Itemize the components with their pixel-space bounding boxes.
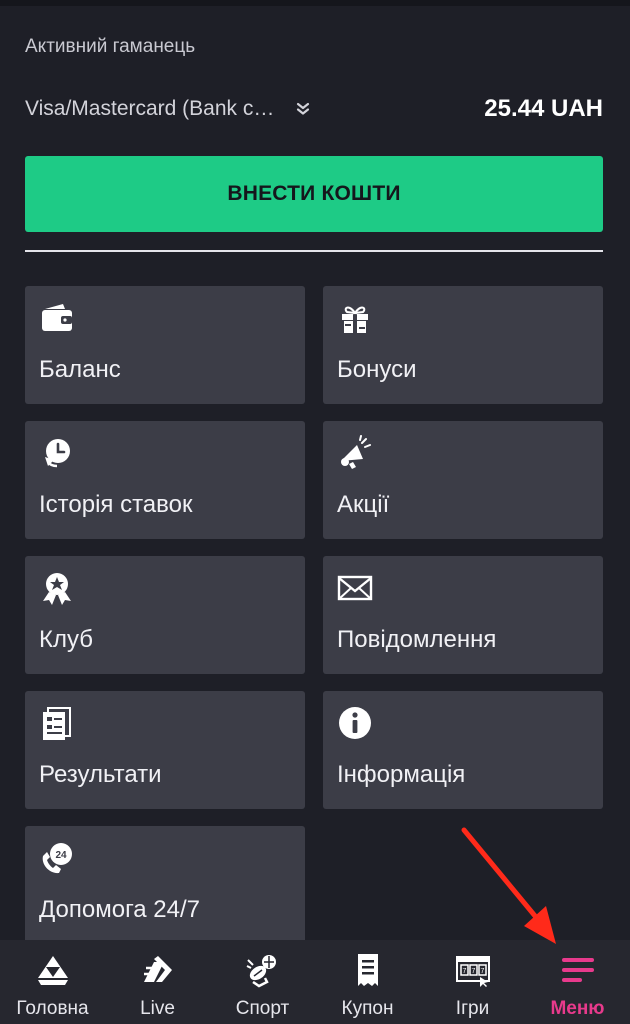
bottom-nav: Головна Live Спорт Купон 7 7 7 Ігри Меню — [0, 940, 630, 1024]
sport-icon — [246, 955, 276, 988]
nav-label: Меню — [550, 998, 605, 1019]
top-edge — [0, 0, 630, 6]
chevron-down-icon — [297, 102, 310, 115]
tile-results[interactable]: Результати — [25, 691, 305, 809]
svg-text:7: 7 — [480, 968, 484, 975]
nav-home[interactable]: Головна — [0, 940, 105, 1024]
nav-games[interactable]: 7 7 7 Ігри — [420, 940, 525, 1024]
wallet-method: Visa/Mastercard (Bank c… — [25, 97, 275, 120]
nav-coupon[interactable]: Купон — [315, 940, 420, 1024]
nav-label: Live — [140, 998, 175, 1019]
tile-support[interactable]: 24 Допомога 24/7 — [25, 826, 305, 944]
tile-bet-history[interactable]: Історія ставок — [25, 421, 305, 539]
results-icon — [43, 707, 71, 740]
menu-icon — [561, 958, 594, 982]
tile-label: Акції — [337, 491, 390, 518]
home-logo-icon — [37, 956, 68, 985]
nav-label: Спорт — [235, 998, 290, 1019]
tile-club[interactable]: Клуб — [25, 556, 305, 674]
medal-icon — [43, 573, 71, 605]
live-icon — [143, 956, 172, 982]
svg-text:7: 7 — [471, 968, 475, 975]
tile-balance[interactable]: Баланс — [25, 286, 305, 404]
svg-text:7: 7 — [462, 968, 466, 975]
tile-label: Результати — [39, 761, 162, 788]
tile-messages[interactable]: Повідомлення — [323, 556, 603, 674]
wallet-balance: 25.44 UAH — [484, 95, 603, 122]
support-24-icon: 24 — [42, 843, 72, 874]
info-icon — [339, 707, 371, 739]
slots-icon: 7 7 7 — [455, 956, 490, 987]
history-icon — [45, 439, 70, 468]
active-wallet-label: Активний гаманець — [25, 36, 196, 57]
wallet-row: Visa/Mastercard (Bank c… 25.44 UAH — [25, 92, 603, 126]
tile-label: Допомога 24/7 — [39, 896, 201, 923]
deposit-button[interactable]: ВНЕСТИ КОШТИ — [25, 156, 603, 232]
svg-text:24: 24 — [55, 850, 67, 861]
megaphone-icon — [341, 435, 371, 469]
divider — [25, 250, 603, 252]
gift-icon — [342, 306, 368, 333]
nav-sport[interactable]: Спорт — [210, 940, 315, 1024]
tile-information[interactable]: Інформація — [323, 691, 603, 809]
nav-label: Ігри — [455, 998, 490, 1019]
nav-menu[interactable]: Меню — [525, 940, 630, 1024]
wallet-selector[interactable]: Visa/Mastercard (Bank c… — [25, 97, 312, 121]
nav-label: Купон — [341, 998, 394, 1019]
envelope-icon — [337, 575, 373, 601]
coupon-icon — [357, 954, 378, 986]
nav-label: Головна — [16, 998, 89, 1019]
tile-label: Клуб — [39, 626, 93, 653]
tile-bonuses[interactable]: Бонуси — [323, 286, 603, 404]
tile-label: Бонуси — [337, 356, 417, 383]
tile-promotions[interactable]: Акції — [323, 421, 603, 539]
tile-label: Баланс — [39, 356, 121, 383]
wallet-icon — [42, 304, 72, 331]
tile-label: Повідомлення — [337, 626, 497, 653]
nav-live[interactable]: Live — [105, 940, 210, 1024]
tile-label: Історія ставок — [39, 491, 193, 518]
tile-label: Інформація — [337, 761, 466, 788]
